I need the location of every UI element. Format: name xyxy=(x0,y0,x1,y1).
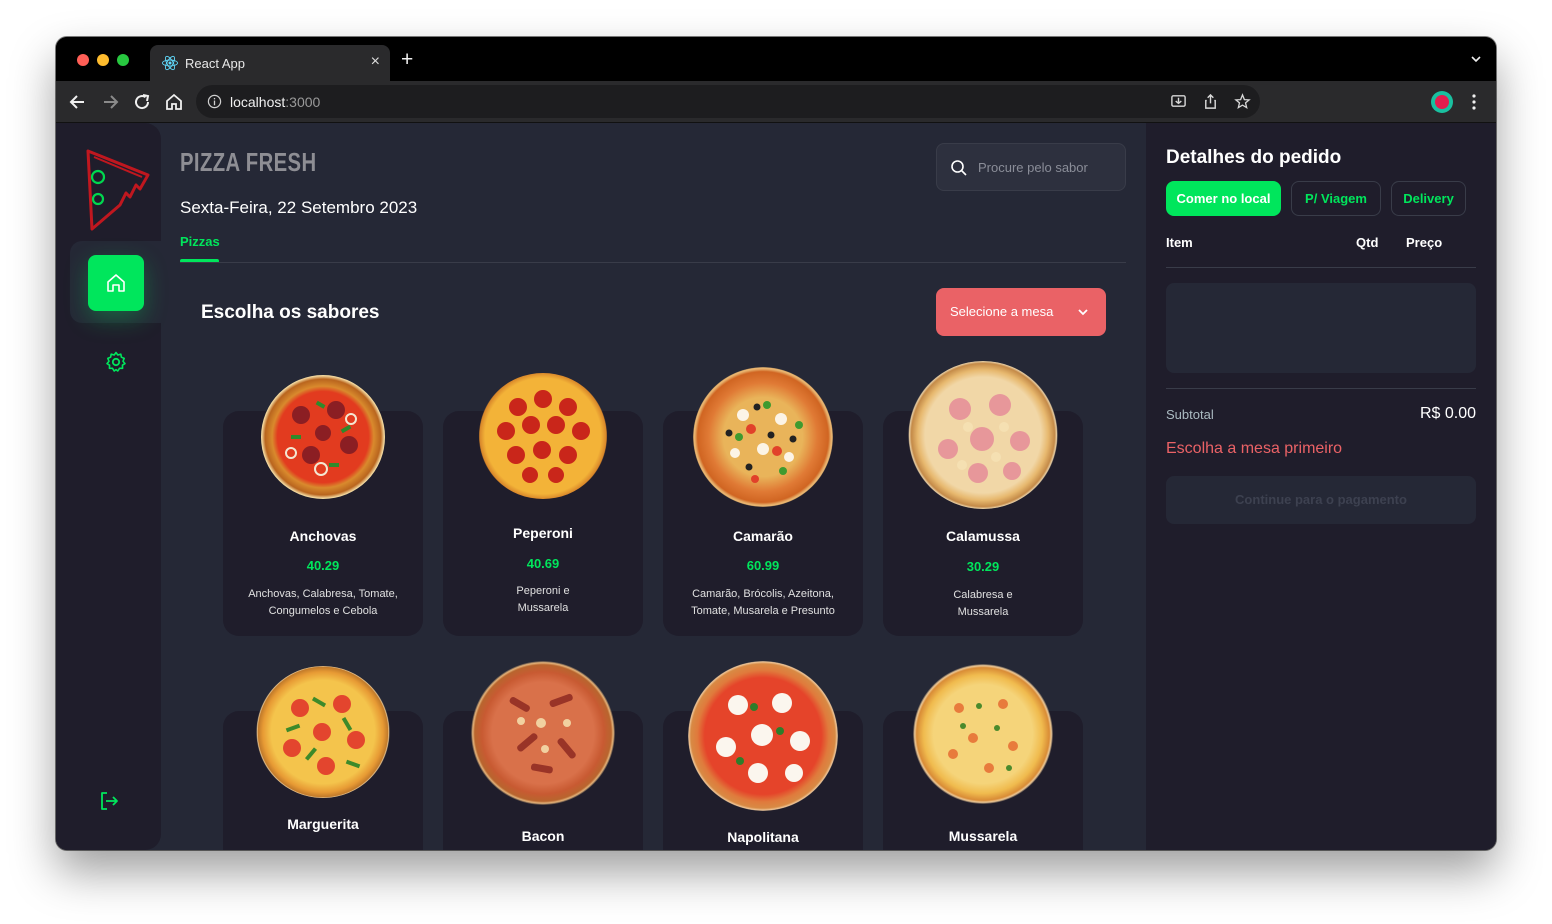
brand-title: PIZZA FRESH xyxy=(180,147,317,177)
tab-pizzas[interactable]: Pizzas xyxy=(180,234,220,249)
pizza-price: 30.29 xyxy=(966,559,1000,574)
section-title: Escolha os sabores xyxy=(201,302,380,323)
table-warning: Escolha a mesa primeiro xyxy=(1166,440,1343,457)
more-menu-icon[interactable] xyxy=(1466,93,1482,111)
pizza-price: 60.99 xyxy=(746,558,780,573)
back-arrow-icon[interactable] xyxy=(68,92,88,112)
tab-title: React App xyxy=(185,56,245,71)
pizza-description: Peperoni e Mussarela xyxy=(516,585,570,614)
order-summary-divider xyxy=(1166,388,1476,389)
table-select-dropdown[interactable]: Selecione a mesa xyxy=(936,288,1106,336)
pizza-description: Anchovas, Calabresa, Tomate, Congumelos … xyxy=(248,588,398,617)
order-header-divider xyxy=(1166,267,1476,268)
pizza-price: 40.69 xyxy=(526,556,560,571)
pizza-image-camarao xyxy=(693,367,833,507)
app-content: PIZZA FRESH Sexta-Feira, 22 Setembro 202… xyxy=(56,123,1496,850)
share-icon[interactable] xyxy=(1202,93,1219,110)
tab-close-icon[interactable]: × xyxy=(371,53,380,71)
pizza-price: 40.29 xyxy=(306,558,340,573)
column-price-header: Preço xyxy=(1406,235,1443,250)
bookmark-star-icon[interactable] xyxy=(1234,93,1251,110)
pizza-image-mussarela xyxy=(913,664,1053,804)
pizza-name: Peperoni xyxy=(513,525,573,541)
close-window-button[interactable] xyxy=(77,54,89,66)
pizza-card[interactable]: Camarão 60.99 Camarão, Brócolis, Azeiton… xyxy=(663,367,863,636)
browser-window: React App × + localhost:3000 PIZZA FRESH… xyxy=(56,37,1496,850)
pizza-description: Calabresa e Mussarela xyxy=(953,589,1013,618)
pizza-card[interactable]: Bacon xyxy=(443,661,643,850)
mode-dine-in-button[interactable]: Comer no local xyxy=(1166,181,1281,216)
pizza-image-calamussa xyxy=(908,361,1058,509)
pizza-image-bacon xyxy=(471,661,615,805)
tab-search-chevron-icon[interactable] xyxy=(1470,53,1482,65)
column-item-header: Item xyxy=(1166,235,1193,250)
install-app-icon[interactable] xyxy=(1170,93,1187,110)
pizza-image-anchovas xyxy=(261,375,385,499)
pizza-name: Calamussa xyxy=(946,528,1020,544)
pizza-card[interactable]: Anchovas 40.29 Anchovas, Calabresa, Toma… xyxy=(223,375,423,636)
pizza-card[interactable]: Calamussa 30.29 Calabresa e Mussarela xyxy=(883,361,1083,636)
info-icon[interactable] xyxy=(207,94,222,109)
pizza-name: Mussarela xyxy=(948,828,1018,844)
pizza-name: Anchovas xyxy=(289,528,357,544)
address-bar[interactable]: localhost:3000 xyxy=(196,85,1260,118)
continue-payment-button[interactable]: Continue para o pagamento xyxy=(1166,476,1476,524)
current-date: Sexta-Feira, 22 Setembro 2023 xyxy=(180,198,418,217)
order-items-list xyxy=(1166,283,1476,373)
chevron-down-icon xyxy=(1078,309,1088,316)
reload-icon[interactable] xyxy=(132,92,152,112)
browser-tab-bar: React App × + xyxy=(56,37,1496,81)
table-select-label: Selecione a mesa xyxy=(950,304,1054,319)
search-placeholder: Procure pelo sabor xyxy=(978,160,1088,175)
mode-takeaway-button[interactable]: P/ Viagem xyxy=(1291,181,1381,216)
react-logo-icon xyxy=(162,55,178,71)
pizza-card[interactable]: Marguerita xyxy=(223,666,423,850)
pizza-name: Marguerita xyxy=(287,816,359,832)
subtotal-value: R$ 0.00 xyxy=(1419,405,1476,422)
search-input[interactable]: Procure pelo sabor xyxy=(936,143,1126,191)
forward-arrow-icon[interactable] xyxy=(100,92,120,112)
header-divider xyxy=(180,262,1126,263)
sidebar xyxy=(56,123,161,850)
logout-icon[interactable] xyxy=(97,789,121,813)
maximize-window-button[interactable] xyxy=(117,54,129,66)
pizza-description: Camarão, Brócolis, Azeitona, Tomate, Mus… xyxy=(691,588,835,617)
search-icon xyxy=(951,160,967,176)
pizza-card[interactable]: Peperoni 40.69 Peperoni e Mussarela xyxy=(443,373,643,636)
pizza-card[interactable]: Mussarela xyxy=(883,664,1083,850)
profile-avatar[interactable] xyxy=(1431,91,1453,113)
order-title: Detalhes do pedido xyxy=(1166,147,1342,168)
pizza-logo-icon[interactable] xyxy=(70,133,161,241)
pizza-card[interactable]: Napolitana xyxy=(663,661,863,850)
url-text: localhost:3000 xyxy=(230,94,321,110)
pizza-image-marguerita xyxy=(256,666,390,798)
browser-toolbar: localhost:3000 xyxy=(56,81,1496,123)
pizza-name: Camarão xyxy=(733,528,793,544)
minimize-window-button[interactable] xyxy=(97,54,109,66)
pizza-name: Bacon xyxy=(521,828,565,844)
settings-gear-icon[interactable] xyxy=(104,350,128,374)
pizza-image-peperoni xyxy=(478,373,608,499)
column-qty-header: Qtd xyxy=(1356,235,1379,250)
order-details-panel: Detalhes do pedido Comer no local P/ Via… xyxy=(1146,123,1496,850)
home-icon[interactable] xyxy=(164,92,184,112)
mode-delivery-button[interactable]: Delivery xyxy=(1391,181,1466,216)
pizza-image-napolitana xyxy=(688,661,838,811)
new-tab-button[interactable]: + xyxy=(401,49,413,70)
browser-tab[interactable]: React App × xyxy=(150,45,390,81)
subtotal-label: Subtotal xyxy=(1166,407,1214,422)
home-nav-button[interactable] xyxy=(88,255,144,311)
pizza-name: Napolitana xyxy=(727,829,799,845)
home-icon xyxy=(107,274,125,292)
